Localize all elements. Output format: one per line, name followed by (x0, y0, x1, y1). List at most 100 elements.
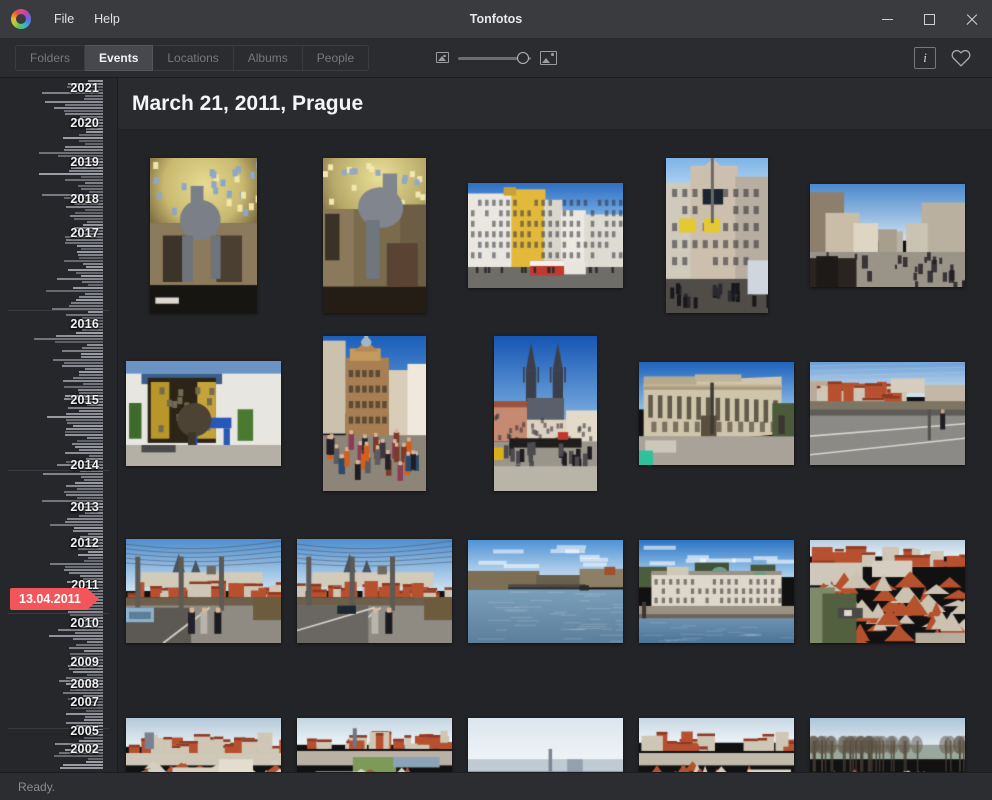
tab-albums[interactable]: Albums (233, 44, 303, 71)
photo-cell[interactable] (118, 502, 289, 680)
photo-cell[interactable] (631, 324, 802, 502)
photo-thumbnail[interactable] (639, 717, 794, 772)
photo-cell[interactable] (289, 680, 460, 772)
timeline-year-2013[interactable]: 2013 (70, 500, 99, 514)
timeline-bar (85, 143, 103, 145)
timeline-bar (84, 182, 103, 184)
timeline-year-2020[interactable]: 2020 (70, 116, 99, 130)
timeline-sidebar[interactable]: 2021 2020 2019 2018 2017 2016 2015 2014 2013 2012… (0, 78, 118, 772)
timeline-year-2018[interactable]: 2018 (70, 192, 99, 206)
timeline-bar (87, 284, 103, 286)
timeline-year-2019[interactable]: 2019 (70, 155, 99, 169)
photo-thumbnail[interactable] (665, 157, 768, 313)
timeline-bar (65, 179, 103, 181)
timeline-date-marker[interactable]: 13.04.2011 (10, 588, 99, 610)
menu-item-file[interactable]: File (45, 9, 83, 29)
photo-thumbnail[interactable] (468, 717, 623, 772)
timeline-bar (86, 710, 103, 712)
timeline-bar (76, 497, 103, 499)
timeline-bar (73, 671, 103, 673)
timeline-year-2009[interactable]: 2009 (70, 655, 99, 669)
timeline-bar (78, 389, 103, 391)
photo-cell[interactable] (118, 146, 289, 324)
timeline-bar (65, 146, 103, 148)
application-window: File Help Tonfotos Folders Events Locati… (0, 0, 992, 800)
tab-locations[interactable]: Locations (153, 44, 234, 71)
photo-thumbnail[interactable] (126, 717, 281, 772)
tab-people[interactable]: People (302, 44, 370, 71)
timeline-year-2021[interactable]: 2021 (70, 81, 99, 95)
photo-thumbnail[interactable] (323, 157, 426, 313)
tab-folders[interactable]: Folders (15, 44, 86, 71)
timeline-bar (81, 248, 103, 250)
photo-cell[interactable] (460, 680, 631, 772)
timeline-bar (42, 473, 103, 475)
photo-cell[interactable] (289, 502, 460, 680)
timeline-year-2017[interactable]: 2017 (70, 226, 99, 240)
timeline-year-2015[interactable]: 2015 (70, 393, 99, 407)
art-nouveau-square-tram (468, 182, 623, 288)
timeline-bar (63, 692, 103, 694)
photo-cell[interactable] (289, 324, 460, 502)
timeline-bar (83, 479, 103, 481)
tab-events[interactable]: Events (85, 44, 154, 71)
photo-cell[interactable] (118, 324, 289, 502)
photo-thumbnail[interactable] (297, 717, 452, 772)
timeline-year-2014[interactable]: 2014 (70, 458, 99, 472)
photo-thumbnail[interactable] (468, 182, 623, 288)
photo-thumbnail[interactable] (494, 335, 597, 491)
photo-cell[interactable] (802, 680, 973, 772)
lucerna-horse-statue-wide (150, 157, 257, 313)
photo-cell[interactable] (460, 324, 631, 502)
photo-cell[interactable] (802, 502, 973, 680)
info-button[interactable]: i (914, 46, 936, 69)
menu-item-help[interactable]: Help (85, 9, 129, 29)
photo-cell[interactable] (460, 502, 631, 680)
close-button[interactable] (950, 0, 992, 38)
timeline-year-2005[interactable]: 2005 (70, 724, 99, 738)
timeline-bar (78, 140, 103, 142)
slider-knob[interactable] (516, 51, 529, 64)
photo-cell[interactable] (118, 680, 289, 772)
photo-thumbnail[interactable] (126, 360, 281, 466)
photo-thumbnail[interactable] (810, 539, 965, 643)
photo-thumbnail[interactable] (810, 361, 965, 465)
photo-cell[interactable] (802, 324, 973, 502)
timeline-bar (69, 170, 103, 172)
timeline-bar (78, 554, 103, 556)
thumbnail-size-slider[interactable] (457, 51, 531, 65)
photo-grid[interactable] (118, 130, 992, 772)
timeline-year-2010[interactable]: 2010 (70, 616, 99, 630)
photo-thumbnail[interactable] (639, 539, 794, 643)
photo-thumbnail[interactable] (639, 361, 794, 465)
favorites-button[interactable] (950, 47, 972, 69)
photo-thumbnail[interactable] (810, 183, 965, 287)
timeline-histogram[interactable] (0, 78, 117, 772)
timeline-bar (86, 761, 103, 763)
timeline-bar (87, 311, 103, 313)
photo-cell[interactable] (289, 146, 460, 324)
timeline-year-2008[interactable]: 2008 (70, 677, 99, 691)
photo-cell[interactable] (460, 146, 631, 324)
timeline-year-2002[interactable]: 2002 (70, 742, 99, 756)
photo-thumbnail[interactable] (126, 539, 281, 643)
timeline-bar (77, 185, 103, 187)
photo-thumbnail[interactable] (323, 335, 426, 491)
photo-cell[interactable] (631, 680, 802, 772)
photo-thumbnail[interactable] (810, 717, 965, 772)
photo-row (118, 680, 992, 772)
timeline-bar (61, 350, 103, 352)
corner-building-yellow-signs (665, 157, 768, 313)
photo-thumbnail[interactable] (297, 539, 452, 643)
timeline-year-2012[interactable]: 2012 (70, 536, 99, 550)
minimize-button[interactable] (866, 0, 908, 38)
timeline-year-2016[interactable]: 2016 (70, 317, 99, 331)
timeline-year-2007[interactable]: 2007 (70, 695, 99, 709)
maximize-button[interactable] (908, 0, 950, 38)
timeline-bar (70, 215, 103, 217)
photo-thumbnail[interactable] (468, 539, 623, 643)
photo-cell[interactable] (631, 502, 802, 680)
photo-thumbnail[interactable] (150, 157, 257, 313)
photo-cell[interactable] (631, 146, 802, 324)
photo-cell[interactable] (802, 146, 973, 324)
